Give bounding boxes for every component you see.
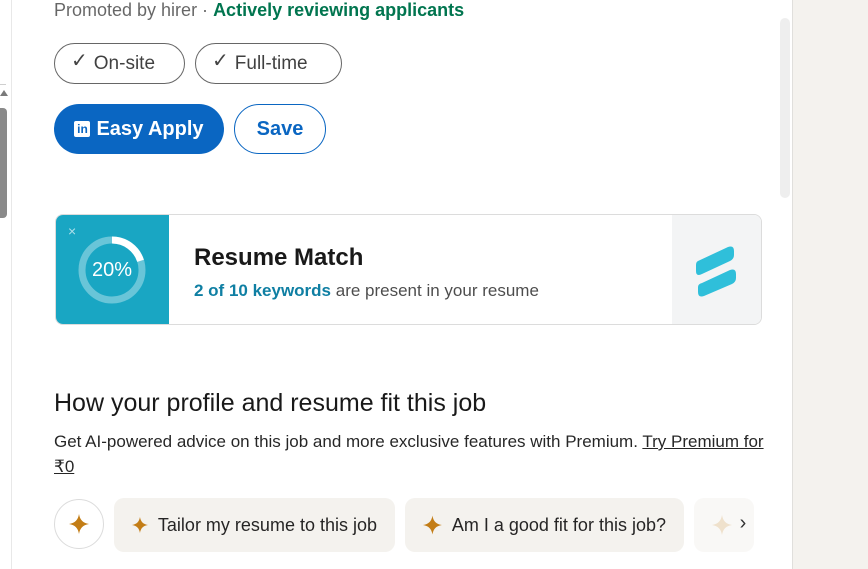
match-brand-panel	[672, 215, 761, 324]
sparkle-icon	[132, 517, 148, 533]
left-scroll-gutter	[0, 0, 12, 569]
right-scrollbar-thumb[interactable]	[780, 18, 790, 198]
match-score-panel: × 20%	[56, 215, 169, 324]
easy-apply-label: Easy Apply	[96, 117, 204, 140]
job-promotion-line: Promoted by hirer · Actively reviewing a…	[54, 0, 464, 21]
prompt-chip-tailor-resume[interactable]: Tailor my resume to this job	[114, 498, 395, 552]
left-scrollbar-thumb[interactable]	[0, 108, 7, 218]
chip-label: Tailor my resume to this job	[157, 514, 377, 535]
job-details-panel: Promoted by hirer · Actively reviewing a…	[12, 0, 792, 569]
sparkle-icon	[712, 515, 732, 535]
easy-apply-button[interactable]: in Easy Apply	[54, 104, 224, 154]
close-icon[interactable]: ×	[68, 223, 76, 239]
match-percent: 20%	[91, 258, 133, 281]
pill-label-fulltime: Full-time	[234, 52, 308, 74]
fit-description-text: Get AI-powered advice on this job and mo…	[54, 432, 643, 451]
keywords-rest-text: are present in your resume	[331, 281, 539, 300]
chip-label: Am I a good fit for this job?	[451, 514, 666, 535]
save-job-button[interactable]: Save	[234, 104, 326, 154]
resume-match-subtitle: 2 of 10 keywords are present in your res…	[194, 281, 539, 301]
gutter-divider	[0, 84, 6, 85]
workplace-type-pill[interactable]: ✓ On-site	[54, 43, 185, 84]
sparkle-icon	[69, 514, 89, 534]
check-icon: ✓	[212, 49, 229, 72]
scroll-up-arrow-icon[interactable]	[0, 90, 8, 96]
resume-match-card[interactable]: × 20% Resume Match 2 of 10 keywords are …	[55, 214, 762, 325]
pill-label-onsite: On-site	[93, 52, 156, 74]
ai-sparkle-button[interactable]	[54, 499, 104, 549]
sparkle-icon	[423, 515, 442, 535]
job-type-pill[interactable]: ✓ Full-time	[195, 43, 342, 84]
chevron-right-icon[interactable]: ›	[730, 510, 756, 536]
check-icon: ✓	[71, 49, 88, 72]
promoted-by-hirer-text: Promoted by hirer ·	[54, 0, 214, 20]
resume-match-title: Resume Match	[194, 244, 364, 271]
resume-match-brand-icon	[696, 246, 736, 297]
right-side-background	[792, 0, 868, 569]
linkedin-logo-icon: in	[74, 121, 91, 137]
prompt-chip-good-fit[interactable]: Am I a good fit for this job?	[405, 498, 684, 552]
profile-fit-heading: How your profile and resume fit this job	[54, 389, 487, 417]
save-label: Save	[256, 117, 304, 140]
actively-reviewing-status: Actively reviewing applicants	[213, 0, 465, 20]
profile-fit-description: Get AI-powered advice on this job and mo…	[54, 429, 764, 479]
keywords-count[interactable]: 2 of 10 keywords	[194, 281, 331, 300]
